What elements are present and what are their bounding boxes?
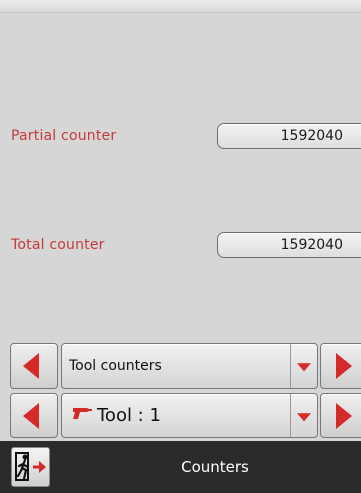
counters-screen: Partial counter 1592040 Total counter 15… <box>0 0 361 493</box>
footer-bar: Counters <box>0 441 361 493</box>
counter-type-next-button[interactable] <box>320 343 361 389</box>
dropdown-arrow-icon <box>297 363 311 372</box>
counter-type-select[interactable]: Tool counters <box>61 343 318 389</box>
select-divider <box>290 344 291 388</box>
tool-select[interactable]: Tool : 1 <box>61 393 318 438</box>
chevron-right-icon <box>336 353 352 379</box>
chevron-left-icon <box>23 353 39 379</box>
screen-title: Counters <box>181 458 249 476</box>
counter-type-row: Tool counters <box>0 343 361 389</box>
select-divider <box>290 394 291 437</box>
exit-button[interactable] <box>11 447 50 487</box>
tool-next-button[interactable] <box>320 393 361 438</box>
tool-value: Tool : 1 <box>97 405 161 426</box>
total-counter-field[interactable]: 1592040 <box>217 232 361 258</box>
partial-counter-label: Partial counter <box>11 128 117 144</box>
tool-row: Tool : 1 <box>0 393 361 439</box>
exit-door-icon <box>15 452 46 481</box>
chevron-left-icon <box>23 402 39 429</box>
partial-counter-field[interactable]: 1592040 <box>217 123 361 149</box>
chevron-right-icon <box>336 402 352 429</box>
counter-type-prev-button[interactable] <box>10 343 58 389</box>
title-bar <box>0 0 361 13</box>
counter-type-value: Tool counters <box>69 358 162 374</box>
total-counter-label: Total counter <box>11 237 105 253</box>
drill-tool-icon <box>73 408 92 419</box>
dropdown-arrow-icon <box>297 412 311 421</box>
tool-prev-button[interactable] <box>10 393 58 438</box>
